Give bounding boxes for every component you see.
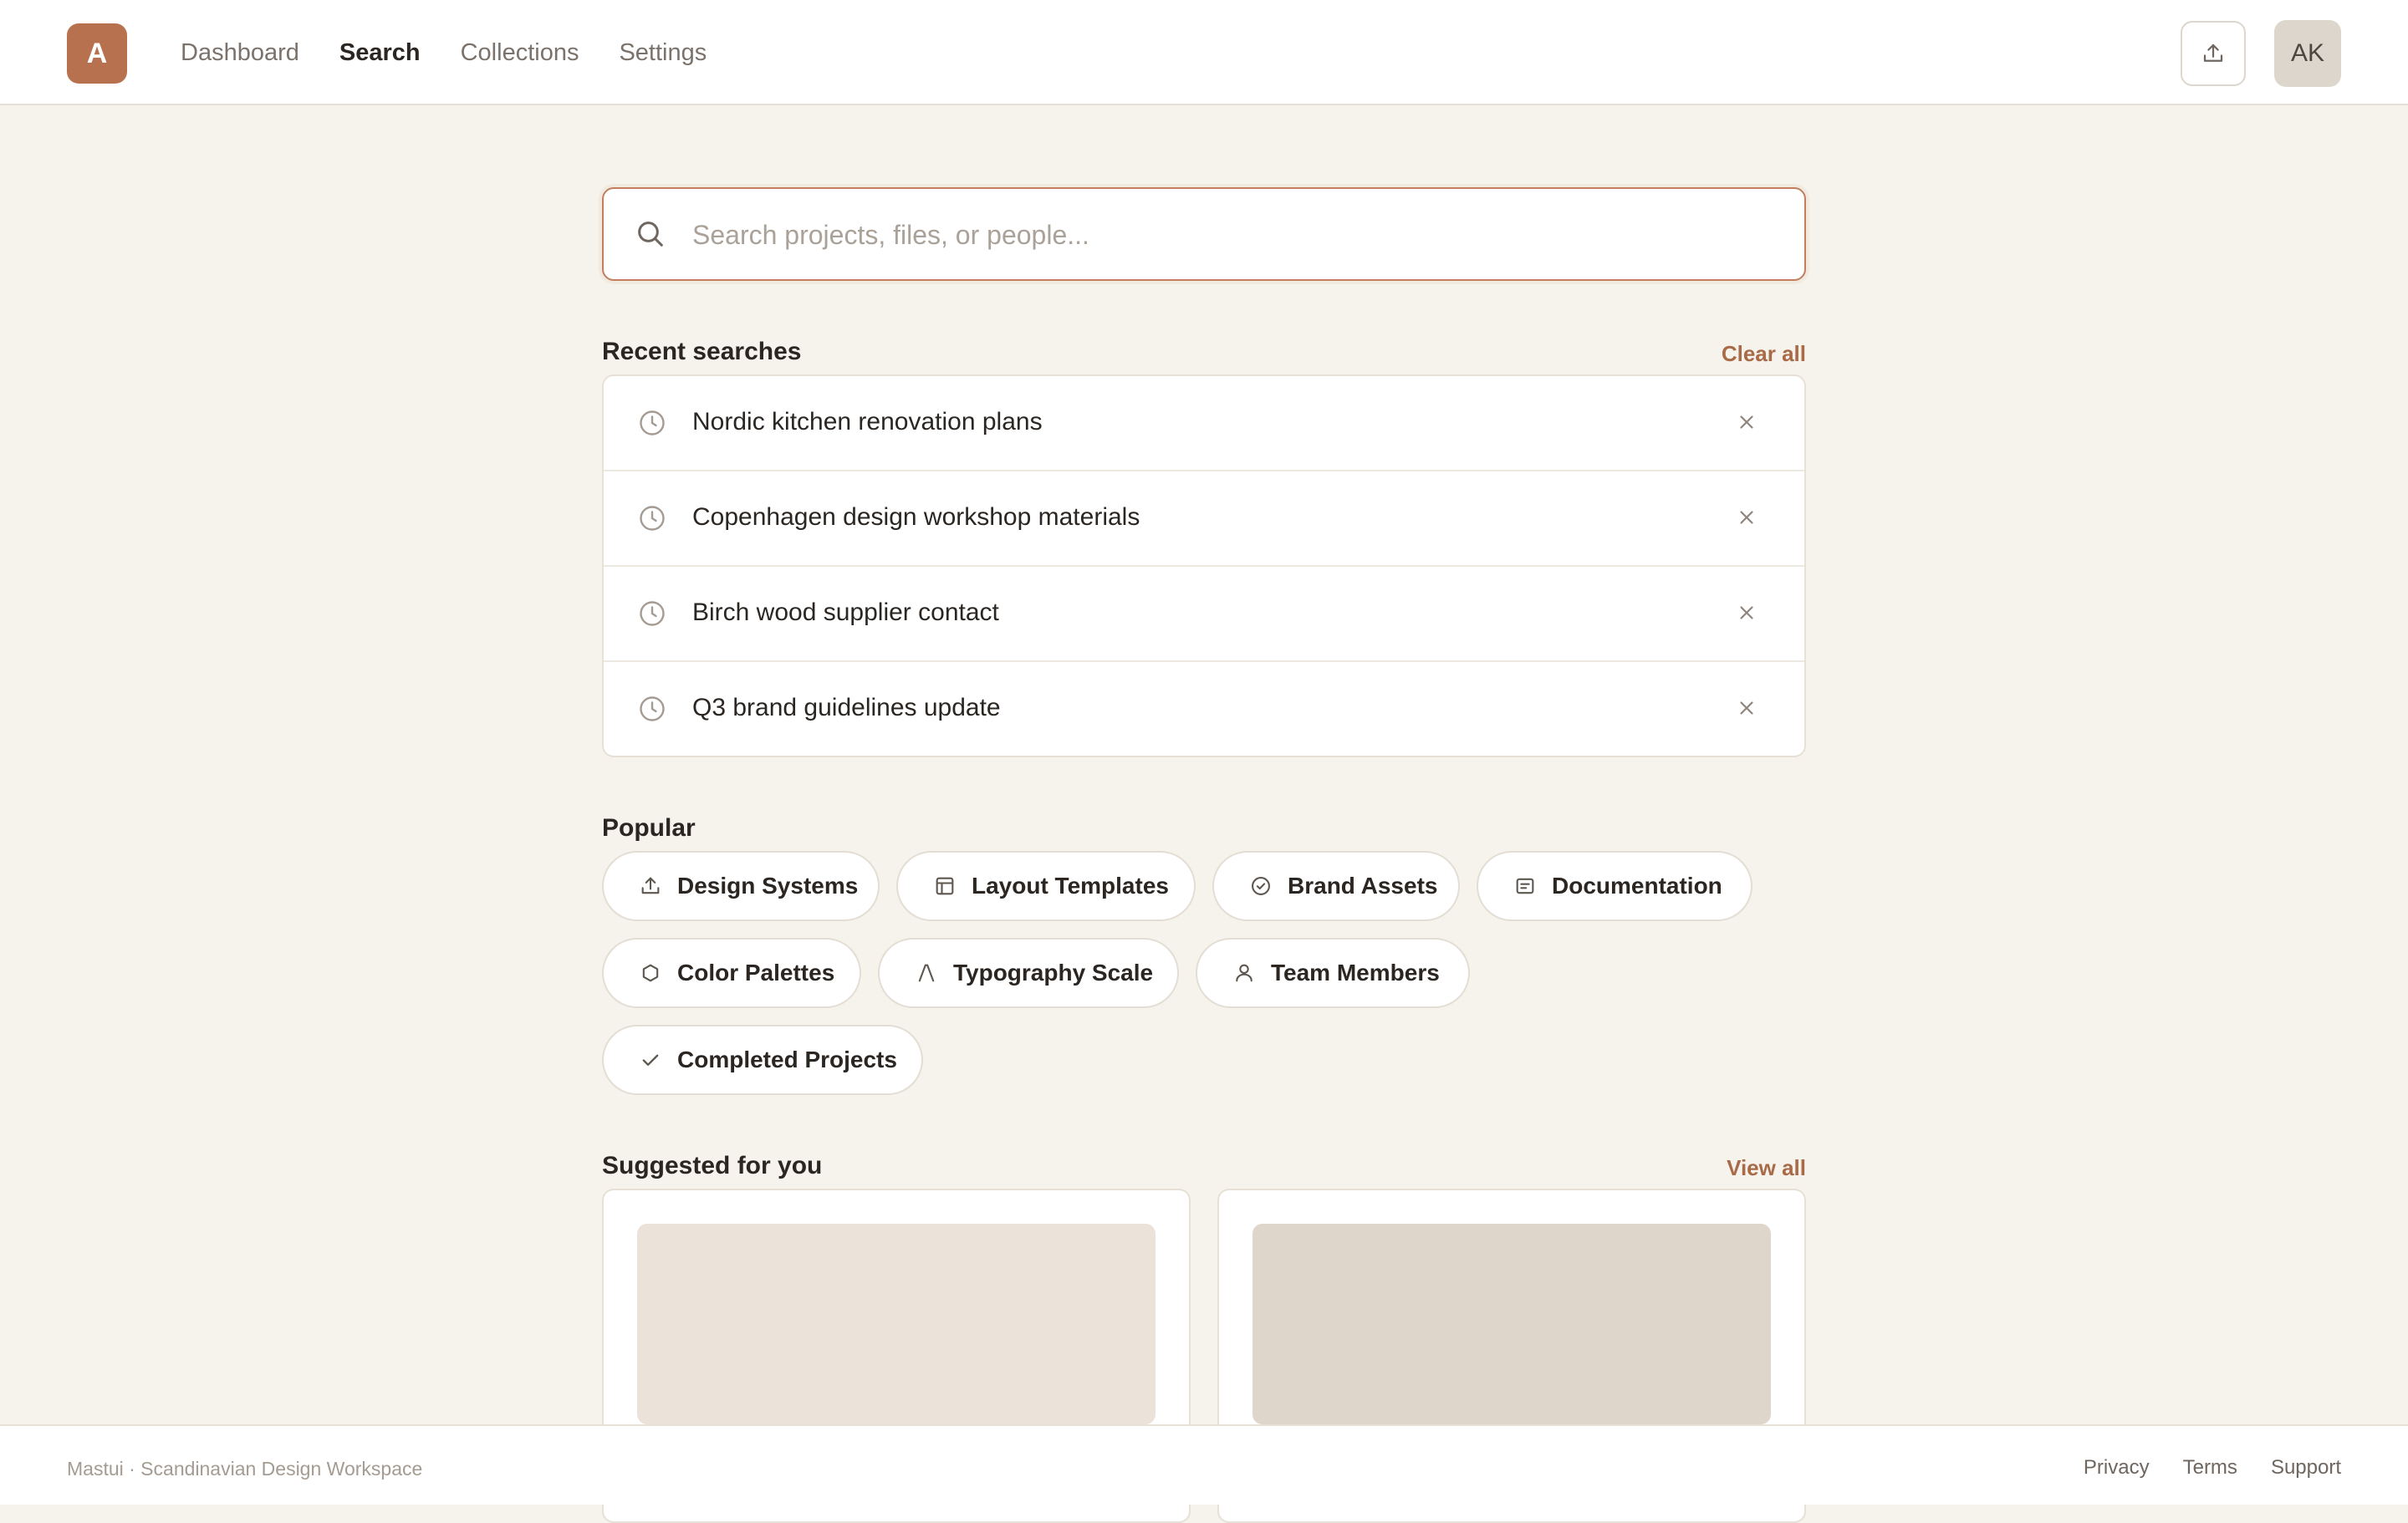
upload-button[interactable] [2181, 21, 2246, 86]
search-input[interactable] [691, 209, 1781, 261]
close-icon[interactable] [1736, 602, 1758, 624]
close-icon[interactable] [1736, 507, 1758, 528]
recent-searches-title: Recent searches [602, 338, 802, 365]
user-icon [1232, 961, 1256, 985]
clock-icon [637, 503, 667, 533]
main-nav: Dashboard Search Collections Settings [181, 0, 707, 105]
footer-brand: Mastui · Scandinavian Design Workspace [67, 1458, 423, 1480]
top-header: A Dashboard Search Collections Settings … [0, 0, 2408, 105]
chip-label: Typography Scale [953, 960, 1154, 986]
check-circle-icon [1249, 874, 1273, 898]
chip-layout-templates[interactable]: Layout Templates [896, 851, 1196, 921]
chip-documentation[interactable]: Documentation [1477, 851, 1752, 921]
clock-icon [637, 599, 667, 629]
chip-typography-scale[interactable]: Typography Scale [878, 938, 1179, 1008]
chip-label: Brand Assets [1288, 873, 1438, 899]
close-icon[interactable] [1736, 697, 1758, 719]
footer-link-support[interactable]: Support [2271, 1456, 2341, 1480]
recent-searches-list: Nordic kitchen renovation plans Copenhag… [602, 374, 1806, 757]
recent-search-label: Birch wood supplier contact [692, 599, 999, 626]
check-icon [639, 1048, 662, 1072]
chip-color-palettes[interactable]: Color Palettes [602, 938, 861, 1008]
chip-team-members[interactable]: Team Members [1196, 938, 1470, 1008]
typography-icon [915, 961, 938, 985]
clear-all-button[interactable]: Clear all [1722, 341, 1806, 367]
recent-search-item[interactable]: Q3 brand guidelines update [604, 662, 1804, 756]
recent-search-label: Copenhagen design workshop materials [692, 503, 1140, 531]
chip-design-systems[interactable]: Design Systems [602, 851, 880, 921]
footer-link-privacy[interactable]: Privacy [2084, 1456, 2150, 1480]
chip-label: Design Systems [677, 873, 859, 899]
recent-search-label: Q3 brand guidelines update [692, 694, 1001, 721]
chip-brand-assets[interactable]: Brand Assets [1212, 851, 1460, 921]
search-icon [634, 217, 667, 251]
recent-search-item[interactable]: Birch wood supplier contact [604, 567, 1804, 662]
popular-title: Popular [602, 814, 696, 842]
nav-search[interactable]: Search [339, 39, 421, 67]
view-all-button[interactable]: View all [1727, 1155, 1806, 1181]
upload-icon [639, 874, 662, 898]
recent-search-item[interactable]: Copenhagen design workshop materials [604, 471, 1804, 567]
user-avatar[interactable]: AK [2274, 20, 2341, 87]
nav-collections[interactable]: Collections [461, 39, 579, 67]
document-icon [1513, 874, 1537, 898]
chip-label: Layout Templates [972, 873, 1169, 899]
chip-completed-projects[interactable]: Completed Projects [602, 1025, 923, 1095]
chip-label: Completed Projects [677, 1047, 897, 1072]
recent-search-label: Nordic kitchen renovation plans [692, 408, 1043, 436]
hexagon-icon [639, 961, 662, 985]
recent-search-item[interactable]: Nordic kitchen renovation plans [604, 376, 1804, 471]
nav-settings[interactable]: Settings [619, 39, 707, 67]
close-icon[interactable] [1736, 411, 1758, 433]
footer: Mastui · Scandinavian Design Workspace P… [0, 1424, 2408, 1505]
search-box[interactable] [602, 187, 1806, 281]
card-thumbnail [1252, 1224, 1771, 1424]
clock-icon [637, 694, 667, 724]
upload-icon [2201, 41, 2226, 66]
layout-icon [933, 874, 957, 898]
nav-dashboard[interactable]: Dashboard [181, 39, 299, 67]
chip-label: Color Palettes [677, 960, 835, 986]
card-thumbnail [637, 1224, 1156, 1424]
app-logo[interactable]: A [67, 23, 127, 84]
chip-label: Documentation [1552, 873, 1722, 899]
chip-label: Team Members [1271, 960, 1440, 986]
clock-icon [637, 408, 667, 438]
footer-links: Privacy Terms Support [2084, 1456, 2341, 1480]
footer-link-terms[interactable]: Terms [2183, 1456, 2237, 1480]
suggested-title: Suggested for you [602, 1152, 823, 1179]
